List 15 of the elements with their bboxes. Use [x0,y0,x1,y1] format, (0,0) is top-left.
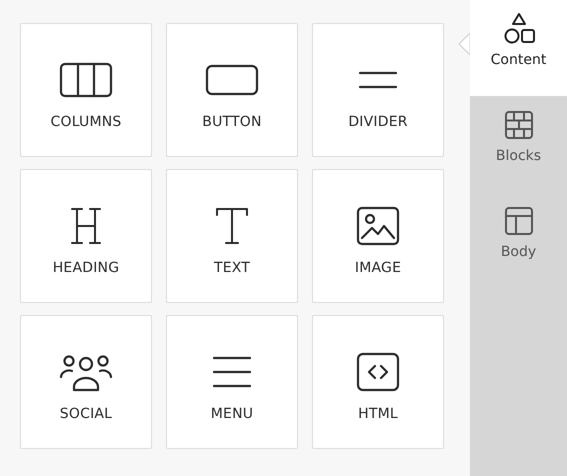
content-tile[interactable]: DIVIDER [312,23,444,157]
content-tile[interactable]: HTML [312,315,444,449]
shapes-icon [502,12,536,46]
content-tile[interactable]: IMAGE [312,169,444,303]
content-tile[interactable]: COLUMNS [20,23,152,157]
content-tile[interactable]: MENU [166,315,298,449]
sidebar-tab[interactable]: Content [470,0,567,96]
content-tile[interactable]: HEADING [20,169,152,303]
columns-icon [58,60,114,100]
content-tile[interactable]: SOCIAL [20,315,152,449]
sidebar-tab[interactable]: Body [470,192,567,288]
sidebar-tab[interactable]: Blocks [470,96,567,192]
content-tile[interactable]: TEXT [166,169,298,303]
pointer-icon [458,33,470,55]
content-tile[interactable]: BUTTON [166,23,298,157]
